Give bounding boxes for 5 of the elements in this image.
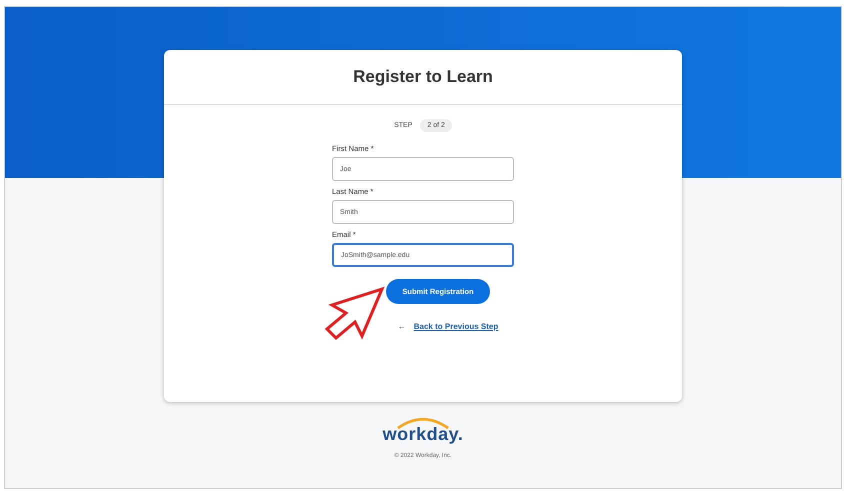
- back-arrow-icon: ←: [398, 322, 406, 331]
- workday-logo: workday.: [382, 416, 464, 445]
- pointer-arrow-icon: [324, 285, 386, 341]
- card-title: Register to Learn: [353, 67, 493, 87]
- back-link[interactable]: Back to Previous Step: [414, 322, 498, 331]
